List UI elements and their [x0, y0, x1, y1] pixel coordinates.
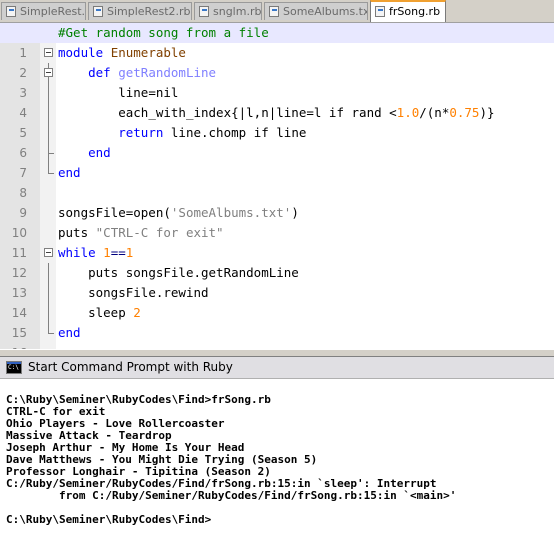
tab-somealbums-txt[interactable]: SomeAlbums.txt — [264, 2, 368, 20]
code-keyword: end — [58, 165, 81, 180]
console-output[interactable]: C:\Ruby\Seminer\RubyCodes\Find>frSong.rb… — [0, 379, 554, 536]
file-icon — [375, 6, 385, 17]
code-string: "CTRL-C for exit" — [95, 225, 224, 240]
tab-label: snglm.rb — [213, 5, 262, 18]
code-module-name: Enumerable — [110, 45, 186, 60]
code-text: line=nil — [118, 85, 179, 100]
file-icon — [6, 6, 16, 17]
tab-snglm-rb[interactable]: snglm.rb — [194, 2, 262, 20]
file-icon — [93, 6, 103, 17]
code-line: 11 puts "CTRL-C for exit" — [0, 223, 554, 260]
code-line: 13 puts songsFile.getRandomLine — [0, 263, 554, 300]
code-number: 2 — [133, 305, 141, 320]
file-icon — [199, 6, 209, 17]
code-keyword: def — [88, 65, 111, 80]
code-editor[interactable]: 1 #Get random song from a file 2 module … — [0, 23, 554, 349]
code-text: each_with_index{|l,n|line=l if rand < — [118, 105, 397, 120]
code-text: ) — [291, 205, 299, 220]
code-text: songsFile=open( — [58, 205, 171, 220]
console-line: from C:/Ruby/Seminer/RubyCodes/Find/frSo… — [6, 489, 457, 502]
code-number: 1.0 — [396, 105, 420, 120]
code-keyword: while — [58, 245, 96, 260]
tab-simplerest-rb[interactable]: SimpleRest.rb — [1, 2, 86, 20]
code-text: /(n* — [419, 105, 450, 120]
tab-label: frSong.rb — [389, 5, 441, 18]
code-number: 1 — [125, 245, 134, 260]
tab-simplerest2-rb[interactable]: SimpleRest2.rb — [88, 2, 192, 20]
code-line: 14 songsFile.rewind — [0, 283, 554, 320]
fold-end-marker — [48, 163, 54, 174]
code-line: 16 end — [0, 323, 554, 349]
code-text: puts — [58, 225, 89, 240]
tab-label: SomeAlbums.txt — [283, 5, 368, 18]
console-window-title: Start Command Prompt with Ruby — [28, 360, 233, 374]
code-line: 8 end — [0, 163, 554, 200]
code-function-name: getRandomLine — [118, 65, 217, 80]
code-line: 10 songsFile=open('SomeAlbums.txt') — [0, 203, 554, 240]
fold-collapse-icon[interactable] — [44, 68, 53, 77]
code-comment: #Get random song from a file — [58, 25, 269, 40]
code-operator: == — [110, 245, 126, 260]
code-keyword: end — [58, 325, 81, 340]
code-line: 12 while 1==1 — [0, 243, 554, 280]
code-line: 7 end — [0, 143, 554, 180]
code-keyword: return — [118, 125, 164, 140]
console-title-bar[interactable]: Start Command Prompt with Ruby — [0, 357, 554, 379]
tab-frsong-rb[interactable]: frSong.rb — [370, 0, 446, 22]
window-splitter[interactable] — [0, 349, 554, 357]
code-text: line.chomp if line — [170, 125, 307, 140]
code-line: 1 #Get random song from a file — [0, 23, 554, 60]
code-line: 2 module Enumerable — [0, 43, 554, 80]
code-line: 15 sleep 2 — [0, 303, 554, 340]
code-number: 0.75 — [449, 105, 480, 120]
code-text: )} — [479, 105, 495, 120]
code-line: 4 line=nil — [0, 83, 554, 120]
code-keyword: module — [58, 45, 104, 60]
editor-tab-bar: SimpleRest.rb SimpleRest2.rb snglm.rb So… — [0, 0, 554, 23]
fold-collapse-icon[interactable] — [44, 248, 53, 257]
code-line: 6 return line.chomp if line — [0, 123, 554, 160]
code-line: 3 def getRandomLine — [0, 63, 554, 100]
file-icon — [269, 6, 279, 17]
code-line: 5 each_with_index{|l,n|line=l if rand <1… — [0, 103, 554, 140]
fold-end-marker — [48, 143, 54, 154]
code-keyword: end — [88, 145, 111, 160]
fold-collapse-icon[interactable] — [44, 48, 53, 57]
code-text: sleep — [88, 305, 126, 320]
fold-end-marker — [48, 323, 54, 334]
console-prompt-line: C:\Ruby\Seminer\RubyCodes\Find> — [6, 513, 212, 526]
command-prompt-icon — [6, 361, 22, 374]
tab-label: SimpleRest2.rb — [107, 5, 191, 18]
code-string: 'SomeAlbums.txt' — [170, 205, 292, 220]
code-number: 1 — [103, 245, 111, 260]
code-text: songsFile.rewind — [88, 285, 209, 300]
tab-label: SimpleRest.rb — [20, 5, 86, 18]
code-line: 9 — [0, 183, 554, 220]
code-text: puts songsFile.getRandomLine — [88, 265, 299, 280]
